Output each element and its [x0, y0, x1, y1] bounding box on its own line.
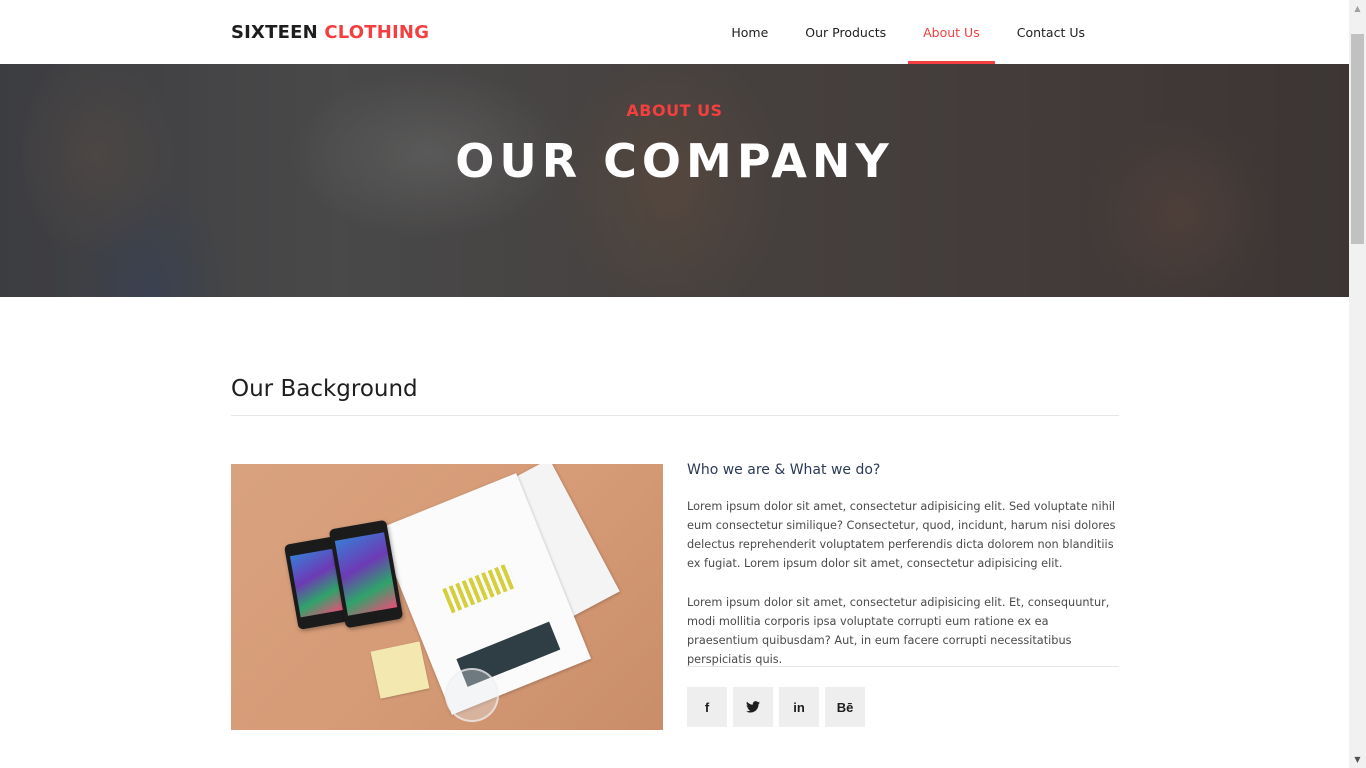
behance-button[interactable]: Bē [825, 687, 865, 727]
hero-subtitle: ABOUT US [626, 101, 723, 120]
behance-icon: Bē [836, 699, 854, 715]
facebook-icon: f [704, 699, 710, 715]
scroll-up-arrow-icon[interactable]: ▲ [1349, 0, 1366, 17]
glass-cup [445, 668, 499, 722]
nav-item-contact-us[interactable]: Contact Us [1002, 0, 1100, 64]
facebook-button[interactable]: f [687, 687, 727, 727]
who-we-are-heading: Who we are & What we do? [687, 462, 881, 478]
twitter-icon [746, 701, 760, 713]
logo-accent-text: CLOTHING [324, 22, 430, 43]
linkedin-icon: in [793, 699, 805, 715]
page-scrollbar[interactable]: ▲ ▼ [1349, 0, 1366, 768]
logo-primary-text: SIXTEEN [231, 22, 318, 43]
scrollbar-thumb[interactable] [1351, 34, 1364, 244]
scroll-down-arrow-icon[interactable]: ▼ [1349, 751, 1366, 768]
section-title: Our Background [231, 376, 418, 402]
nav-item-about-us[interactable]: About Us [908, 0, 995, 64]
text-divider [687, 666, 1119, 667]
twitter-button[interactable] [733, 687, 773, 727]
nav-item-home[interactable]: Home [716, 0, 783, 64]
page-hero-banner: ABOUT US OUR COMPANY [0, 64, 1349, 297]
social-links: f in Bē [687, 687, 871, 727]
nav-item-our-products[interactable]: Our Products [790, 0, 901, 64]
site-logo[interactable]: SIXTEEN CLOTHING [231, 22, 429, 43]
sticky-note [370, 641, 430, 699]
main-nav: Home Our Products About Us Contact Us [709, 0, 1100, 64]
background-paragraph-2: Lorem ipsum dolor sit amet, consectetur … [687, 596, 1110, 666]
about-image [231, 464, 663, 730]
section-divider [231, 415, 1119, 416]
background-paragraph-1: Lorem ipsum dolor sit amet, consectetur … [687, 500, 1116, 570]
site-header: SIXTEEN CLOTHING Home Our Products About… [0, 0, 1349, 64]
linkedin-button[interactable]: in [779, 687, 819, 727]
hero-title: OUR COMPANY [455, 134, 894, 188]
